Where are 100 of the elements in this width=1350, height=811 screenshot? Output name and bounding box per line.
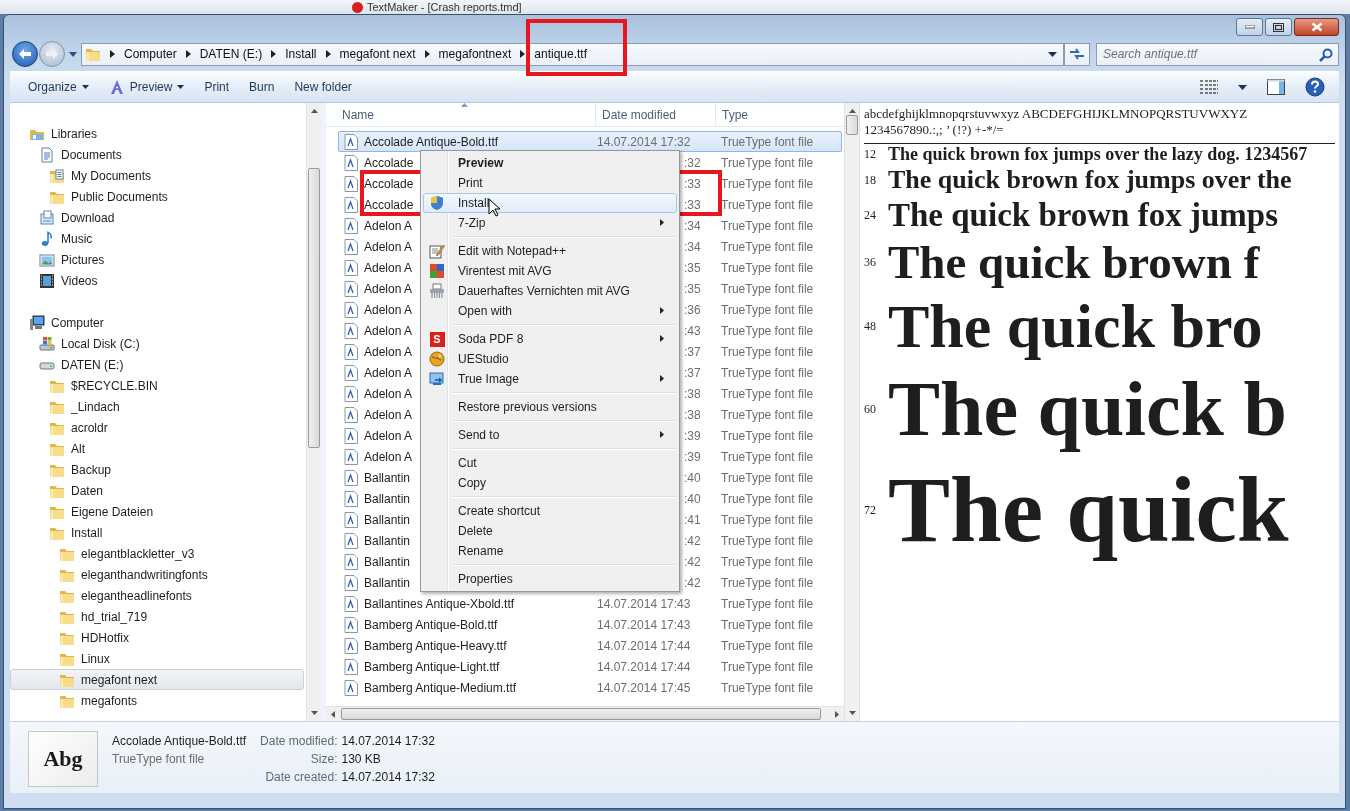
date-modified: :33 [684, 197, 701, 212]
file-name: Bamberg Antique-Bold.ttf [364, 617, 498, 632]
file-name: Adelon A [364, 428, 413, 443]
file-name: Adelon A [364, 365, 413, 380]
date-modified: :37 [684, 365, 701, 380]
file-name: Bamberg Antique-Medium.ttf [364, 680, 517, 695]
file-type: TrueType font file [721, 470, 814, 485]
file-name: Adelon A [364, 323, 413, 338]
file-type: TrueType font file [721, 554, 814, 569]
date-modified: :38 [684, 386, 701, 401]
file-name: Adelon A [364, 344, 413, 359]
date-modified: :42 [684, 554, 701, 569]
background-window-title: TextMaker - [Crash reports.tmd] [367, 1, 522, 13]
date-modified: :37 [684, 344, 701, 359]
date-modified: 14.07.2014 17:45 [597, 680, 691, 695]
size-label: 60 [864, 401, 877, 417]
file-name: Adelon A [364, 218, 413, 233]
file-type: TrueType font file [721, 323, 814, 338]
date-modified: :40 [684, 491, 701, 506]
sample-text: The quick [888, 457, 1289, 564]
date-modified: :39 [684, 428, 701, 443]
size-label: 72 [864, 502, 877, 518]
file-name: Ballantin [364, 554, 411, 569]
character-set-line: 1234567890.:,; ’ (!?) +-*/= [864, 122, 1005, 138]
file-type: TrueType font file [721, 575, 814, 590]
file-type: TrueType font file [721, 512, 814, 527]
file-name: Adelon A [364, 239, 413, 254]
size-label: 18 [864, 173, 877, 189]
date-modified: :39 [684, 449, 701, 464]
file-type: TrueType font file [721, 365, 814, 380]
property-label: Date modified: [260, 734, 338, 748]
file-type: TrueType font file [721, 407, 814, 422]
file-type: TrueType font file [721, 176, 814, 191]
date-modified: :35 [684, 281, 701, 296]
file-type: TrueType font file [721, 638, 814, 653]
property-value: 14.07.2014 17:32 [341, 734, 435, 748]
file-name: Accolade [364, 197, 414, 212]
file-type: TrueType font file [112, 752, 206, 766]
property-label: Size: [309, 752, 338, 766]
thumbnail-sample-text: Abg [43, 746, 83, 772]
file-type: TrueType font file [721, 533, 814, 548]
file-type: TrueType font file [721, 428, 814, 443]
file-name: Accolade Antique-Bold.ttf [112, 734, 247, 748]
date-modified: 14.07.2014 17:43 [597, 596, 691, 611]
file-name: Adelon A [364, 260, 413, 275]
file-type: TrueType font file [721, 134, 814, 149]
date-modified: :33 [684, 176, 701, 191]
file-type: TrueType font file [721, 596, 814, 611]
file-type: TrueType font file [721, 680, 814, 695]
sample-text: The quick b [888, 364, 1287, 455]
file-type: TrueType font file [721, 617, 814, 632]
sample-text: The quick brown fox jumps [888, 195, 1278, 235]
file-type: TrueType font file [721, 491, 814, 506]
file-name: Accolade [364, 176, 414, 191]
file-name: Adelon A [364, 281, 413, 296]
file-type: TrueType font file [721, 239, 814, 254]
sample-text: The quick brown fox jumps over the [888, 165, 1292, 196]
property-label: Date created: [264, 770, 338, 784]
file-name: Adelon A [364, 386, 413, 401]
file-name: Adelon A [364, 407, 413, 422]
file-type: TrueType font file [721, 344, 814, 359]
size-label: 36 [864, 255, 877, 271]
file-type: TrueType font file [721, 659, 814, 674]
file-name: Ballantin [364, 575, 411, 590]
date-modified: :43 [684, 323, 701, 338]
file-name: Ballantin [364, 533, 411, 548]
date-modified: 14.07.2014 17:43 [597, 617, 691, 632]
file-type: TrueType font file [721, 260, 814, 275]
file-type: TrueType font file [721, 302, 814, 317]
size-label: 48 [864, 319, 877, 335]
sample-text: The quick brown f [888, 234, 1260, 290]
sample-text: The quick bro [888, 291, 1263, 363]
file-name: Bamberg Antique-Light.ttf [364, 659, 500, 674]
file-name: Ballantin [364, 470, 411, 485]
file-name: Ballantines Antique-Xbold.ttf [364, 596, 515, 611]
date-modified: :35 [684, 260, 701, 275]
file-type: TrueType font file [721, 281, 814, 296]
date-modified: :42 [684, 533, 701, 548]
sample-text: The quick brown fox jumps over the lazy dog. 1234567 [888, 144, 1308, 166]
date-modified: :34 [684, 239, 701, 254]
file-type: TrueType font file [721, 197, 814, 212]
file-type: TrueType font file [721, 218, 814, 233]
property-value: 130 KB [341, 752, 382, 766]
file-type: TrueType font file [721, 386, 814, 401]
date-modified: :36 [684, 302, 701, 317]
file-type: TrueType font file [721, 449, 814, 464]
date-modified: 14.07.2014 17:32 [597, 134, 691, 149]
date-modified: 14.07.2014 17:44 [597, 638, 691, 653]
date-modified: :40 [684, 470, 701, 485]
file-name: Bamberg Antique-Heavy.ttf [364, 638, 507, 653]
file-name: Adelon A [364, 302, 413, 317]
date-modified: :34 [684, 218, 701, 233]
file-type: TrueType font file [721, 155, 814, 170]
file-name: Accolade [364, 155, 414, 170]
date-modified: :41 [684, 512, 701, 527]
file-name: Accolade Antique-Bold.ttf [364, 134, 499, 149]
property-value: 14.07.2014 17:32 [341, 770, 435, 784]
date-modified: :32 [684, 155, 701, 170]
letter-icon: S [429, 331, 445, 347]
file-name: Ballantin [364, 512, 411, 527]
